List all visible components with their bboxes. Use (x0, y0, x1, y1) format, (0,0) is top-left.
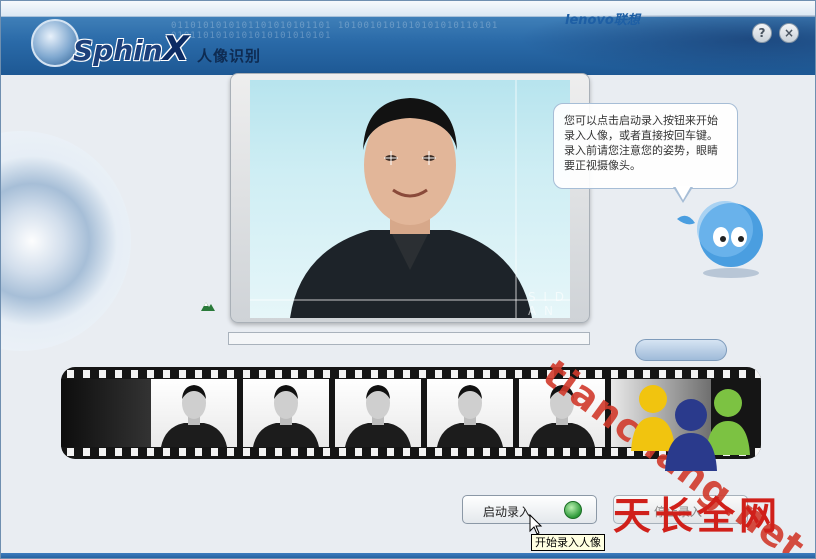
app-name-part2: X (162, 29, 189, 69)
watermark-chinese-text: 天长全网 (613, 493, 782, 538)
progress-bar (228, 332, 590, 345)
status-pill (635, 339, 727, 361)
smiley-mascot-icon (677, 201, 763, 278)
mouse-cursor-icon (529, 514, 543, 535)
captured-frame-3 (335, 379, 421, 447)
captured-face-4 (437, 385, 503, 447)
map-decoration (517, 15, 815, 75)
film-holes-top (61, 370, 761, 378)
eye-decoration (1, 121, 131, 371)
film-leader (61, 379, 151, 447)
camera-preview: S I D A N (250, 80, 570, 318)
eye-ring-decoration (1, 131, 131, 351)
captured-face-3 (345, 385, 411, 447)
hint-bubble: 您可以点击启动录入按钮来开始录入人像，或者直接按回车键。录入前请您注意您的姿势，… (553, 103, 738, 189)
bottom-bar (1, 553, 815, 558)
camera-frame: S I D A N (230, 73, 590, 323)
page-title: 人像识别 (197, 47, 262, 65)
captured-frame-2 (243, 379, 329, 447)
app-window: 0110101010101101010101101 10100101010101… (0, 0, 816, 559)
camera-person-image (250, 80, 570, 318)
close-button[interactable]: × (779, 23, 799, 43)
start-tooltip: 开始录入人像 (531, 534, 605, 551)
sphinx-logo-icon (31, 19, 79, 67)
app-name: SphinX (73, 29, 189, 69)
header-bar: 0110101010101101010101101 10100101010101… (1, 1, 815, 75)
start-capture-label: 启动录入 (483, 505, 532, 519)
person-green-icon (564, 501, 582, 519)
app-name-part1: Sphin (73, 34, 163, 67)
captured-face-1 (161, 385, 227, 447)
camera-watermark: S I D A N (528, 290, 567, 318)
captured-face-2 (253, 385, 319, 447)
mountain-icon (201, 302, 215, 311)
captured-frame-1 (151, 379, 237, 447)
help-button[interactable]: ? (752, 23, 772, 43)
brand-logo: lenovo联想 (565, 13, 640, 28)
captured-frame-4 (427, 379, 513, 447)
watermark-people-logo (631, 385, 750, 471)
